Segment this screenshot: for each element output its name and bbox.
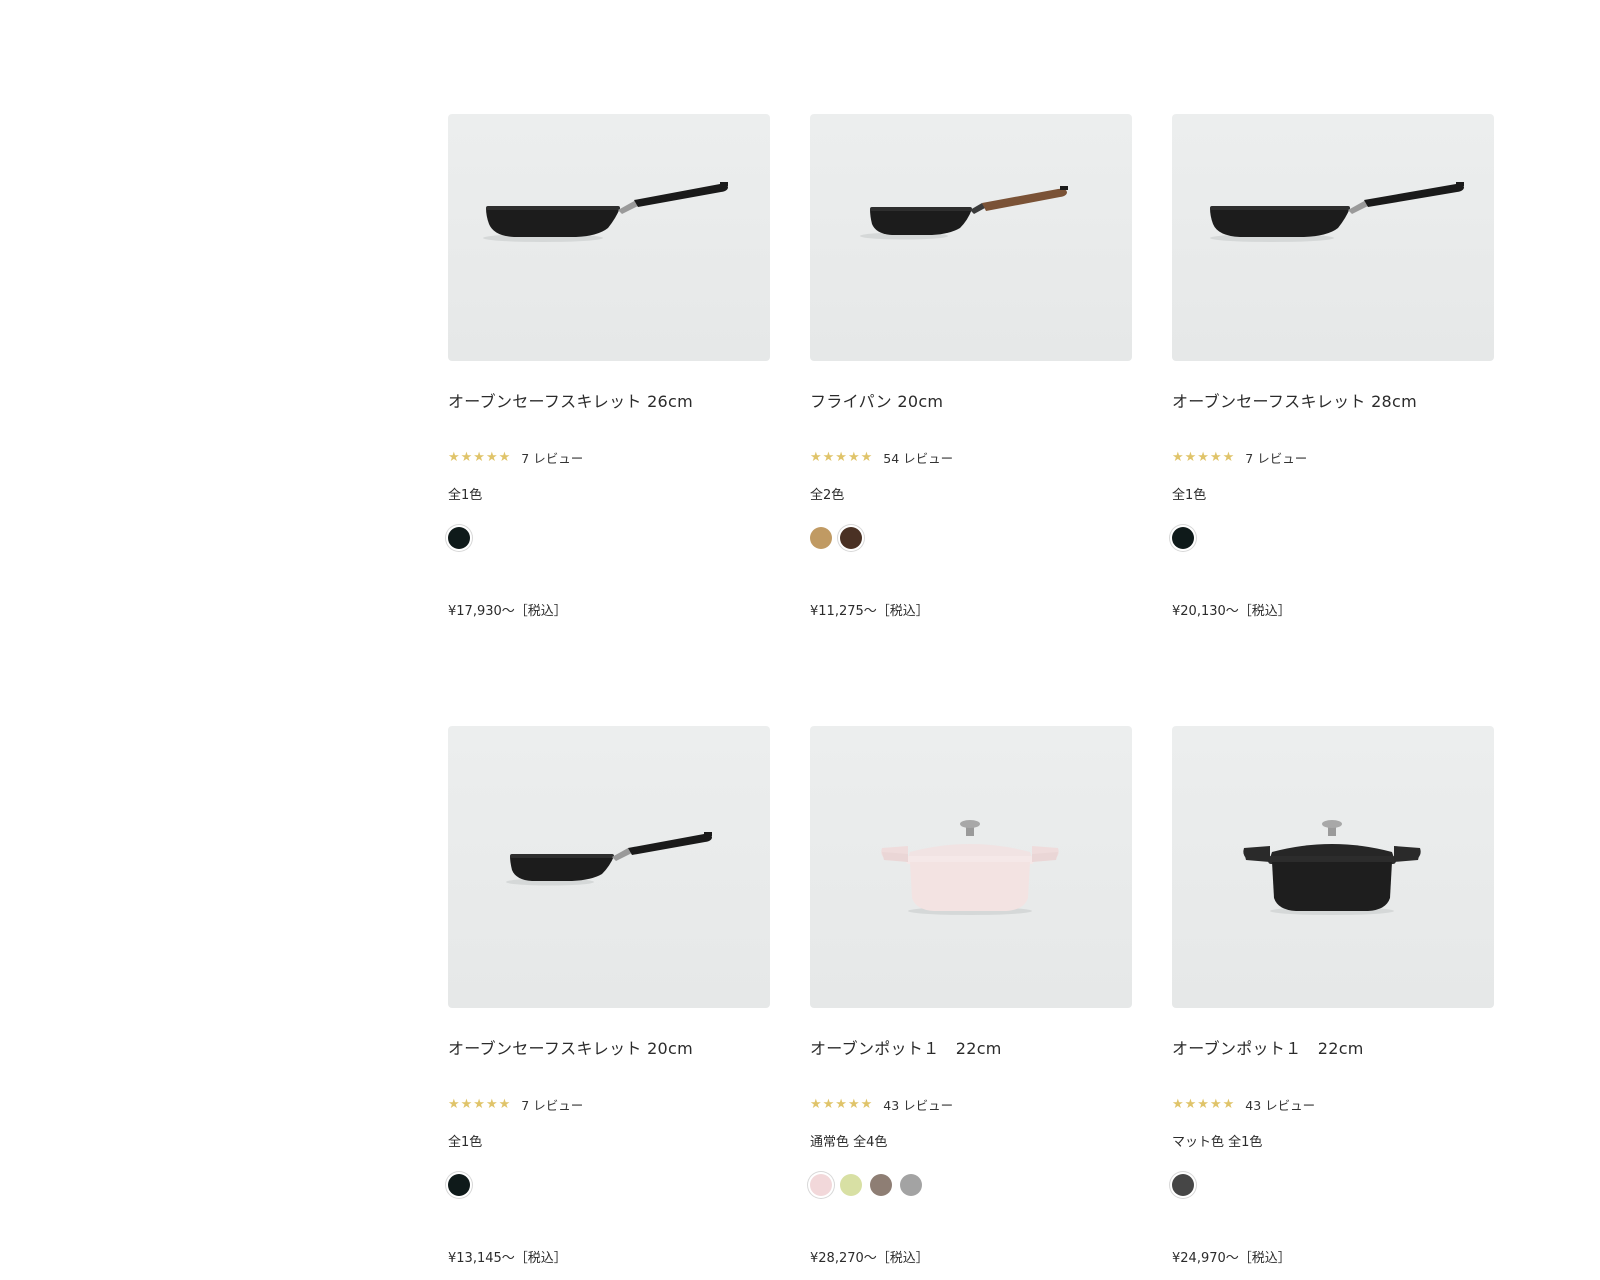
color-swatches: [448, 525, 770, 551]
color-swatch[interactable]: [810, 1174, 832, 1196]
product-card[interactable]: オーブンセーフスキレット 26cm ★★★★★ 7 レビュー 全1色 ¥17,9…: [448, 114, 770, 726]
color-swatch[interactable]: [810, 527, 832, 549]
product-image[interactable]: [448, 726, 770, 1008]
product-image[interactable]: [810, 114, 1132, 361]
review-count: 7 レビュー: [521, 450, 584, 466]
rating-stars-icon: ★★★★★: [1172, 1096, 1236, 1112]
color-swatches: [810, 525, 1132, 551]
frypan-wood-handle-icon: [860, 186, 1068, 240]
product-listing-page: オーブンセーフスキレット 26cm ★★★★★ 7 レビュー 全1色 ¥17,9…: [0, 0, 1600, 1280]
product-price: ¥13,145〜［税込］: [448, 1251, 567, 1266]
color-swatch[interactable]: [840, 527, 862, 549]
review-count: 7 レビュー: [521, 1097, 584, 1113]
product-rating: ★★★★★ 7 レビュー: [448, 449, 770, 466]
color-count: 通常色 全4色: [810, 1135, 888, 1150]
product-price: ¥20,130〜［税込］: [1172, 604, 1291, 619]
color-swatch[interactable]: [1172, 527, 1194, 549]
product-card[interactable]: オーブンセーフスキレット 28cm ★★★★★ 7 レビュー 全1色 ¥20,1…: [1172, 114, 1494, 726]
color-swatches: [810, 1172, 1132, 1198]
product-price: ¥24,970〜［税込］: [1172, 1251, 1291, 1266]
product-card[interactable]: オーブンセーフスキレット 20cm ★★★★★ 7 レビュー 全1色 ¥13,1…: [448, 726, 770, 1280]
product-rating: ★★★★★ 43 レビュー: [1172, 1096, 1494, 1113]
product-card[interactable]: オーブンポット１ 22cm ★★★★★ 43 レビュー 通常色 全4色 ¥28,…: [810, 726, 1132, 1280]
product-title[interactable]: オーブンポット１ 22cm: [810, 1038, 1132, 1060]
color-count: マット色 全1色: [1172, 1135, 1263, 1150]
review-count: 54 レビュー: [883, 450, 954, 466]
color-count: 全1色: [448, 488, 483, 503]
product-price: ¥17,930〜［税込］: [448, 604, 567, 619]
product-title[interactable]: オーブンセーフスキレット 26cm: [448, 391, 770, 413]
product-title[interactable]: オーブンセーフスキレット 20cm: [448, 1038, 770, 1060]
color-swatch[interactable]: [900, 1174, 922, 1196]
color-count: 全1色: [1172, 488, 1207, 503]
rating-stars-icon: ★★★★★: [1172, 449, 1236, 465]
pot-pink-icon: [881, 820, 1059, 915]
product-title[interactable]: オーブンセーフスキレット 28cm: [1172, 391, 1494, 413]
color-swatches: [1172, 1172, 1494, 1198]
product-card[interactable]: オーブンポット１ 22cm ★★★★★ 43 レビュー マット色 全1色 ¥24…: [1172, 726, 1494, 1280]
rating-stars-icon: ★★★★★: [810, 449, 874, 465]
skillet-black-icon: [1210, 182, 1464, 242]
product-title[interactable]: オーブンポット１ 22cm: [1172, 1038, 1494, 1060]
product-title[interactable]: フライパン 20cm: [810, 391, 1132, 413]
product-image[interactable]: [448, 114, 770, 361]
product-price: ¥11,275〜［税込］: [810, 604, 929, 619]
product-image[interactable]: [1172, 114, 1494, 361]
color-count: 全2色: [810, 488, 845, 503]
skillet-black-small-icon: [506, 832, 712, 886]
review-count: 7 レビュー: [1245, 450, 1308, 466]
color-swatches: [448, 1172, 770, 1198]
color-swatches: [1172, 525, 1494, 551]
product-rating: ★★★★★ 7 レビュー: [1172, 449, 1494, 466]
product-image[interactable]: [1172, 726, 1494, 1008]
rating-stars-icon: ★★★★★: [448, 1096, 512, 1112]
product-rating: ★★★★★ 54 レビュー: [810, 449, 1132, 466]
color-swatch[interactable]: [1172, 1174, 1194, 1196]
rating-stars-icon: ★★★★★: [448, 449, 512, 465]
color-swatch[interactable]: [448, 1174, 470, 1196]
skillet-black-icon: [483, 182, 728, 242]
product-grid: オーブンセーフスキレット 26cm ★★★★★ 7 レビュー 全1色 ¥17,9…: [448, 114, 1494, 1280]
color-count: 全1色: [448, 1135, 483, 1150]
review-count: 43 レビュー: [1245, 1097, 1316, 1113]
pot-black-icon: [1243, 820, 1421, 915]
review-count: 43 レビュー: [883, 1097, 954, 1113]
rating-stars-icon: ★★★★★: [810, 1096, 874, 1112]
product-card[interactable]: フライパン 20cm ★★★★★ 54 レビュー 全2色 ¥11,275〜［税込…: [810, 114, 1132, 726]
color-swatch[interactable]: [448, 527, 470, 549]
color-swatch[interactable]: [840, 1174, 862, 1196]
color-swatch[interactable]: [870, 1174, 892, 1196]
product-rating: ★★★★★ 7 レビュー: [448, 1096, 770, 1113]
product-rating: ★★★★★ 43 レビュー: [810, 1096, 1132, 1113]
product-price: ¥28,270〜［税込］: [810, 1251, 929, 1266]
product-image[interactable]: [810, 726, 1132, 1008]
